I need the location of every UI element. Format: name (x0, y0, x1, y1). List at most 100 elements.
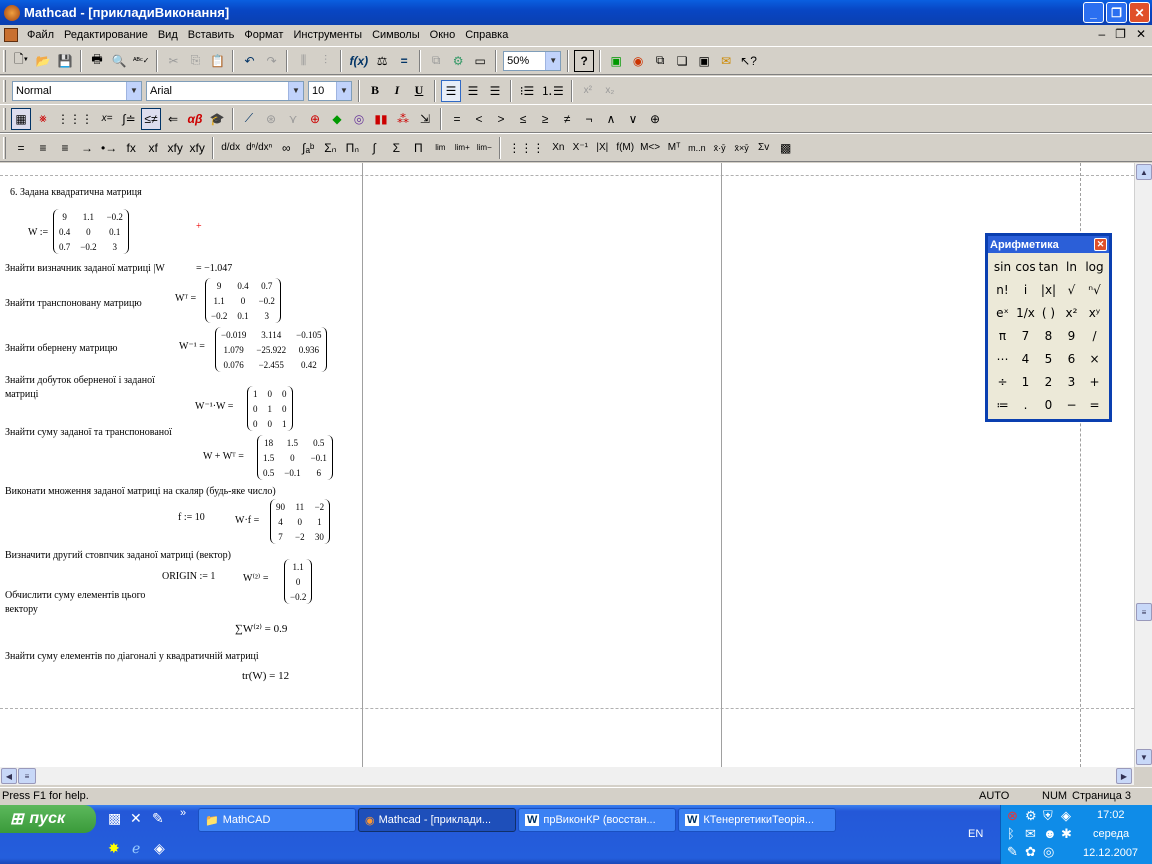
web-toolbar-icon[interactable]: ▭ (470, 50, 490, 72)
menu-format[interactable]: Формат (239, 29, 288, 41)
numbering-icon[interactable]: ⒈☰ (539, 80, 566, 102)
tray-flower-icon[interactable]: ✿ (1025, 844, 1036, 860)
quicklaunch-eye-icon[interactable]: ◈ (154, 840, 165, 857)
cross-product[interactable]: x̄×ȳ (732, 137, 752, 159)
palette-key[interactable]: 1/x (1014, 301, 1037, 324)
align-right-icon[interactable]: ☰ (485, 80, 505, 102)
video-icon[interactable]: ▣ (694, 50, 714, 72)
scroll-thumb[interactable]: ≡ (1136, 603, 1152, 621)
subscript-button[interactable]: x₂ (600, 80, 620, 102)
bool-xor[interactable]: ⊕ (645, 108, 665, 130)
insert-matrix-icon[interactable]: ⋮⋮⋮ (506, 137, 546, 159)
bold-button[interactable]: B (365, 80, 385, 102)
insert-component-icon[interactable]: ⧉ (426, 50, 446, 72)
clock-time[interactable]: 17:02 (1097, 809, 1125, 821)
range-summation-icon[interactable]: Σ (386, 137, 406, 159)
eval-prefix[interactable]: fx (121, 137, 141, 159)
menu-window[interactable]: Окно (425, 29, 461, 41)
scroll-right-icon[interactable]: ▶ (1116, 768, 1132, 784)
align-center-icon[interactable]: ☰ (463, 80, 483, 102)
print-icon[interactable]: 🖶 (87, 50, 107, 72)
align-across-icon[interactable]: ⫼ (293, 50, 313, 72)
palette-key[interactable]: ln (1060, 255, 1083, 278)
palette-key[interactable]: log (1083, 255, 1106, 278)
print-preview-icon[interactable]: 🔍 (109, 50, 129, 72)
minimize-button[interactable]: _ (1083, 2, 1104, 23)
matrix-column[interactable]: M<> (638, 137, 662, 159)
menu-view[interactable]: Вид (153, 29, 183, 41)
infinity-icon[interactable]: ∞ (276, 137, 296, 159)
close-icon[interactable]: ✕ (1094, 238, 1107, 251)
eval-symbolic[interactable]: → (77, 137, 97, 159)
menu-edit[interactable]: Редактирование (59, 29, 153, 41)
underline-button[interactable]: U (409, 80, 429, 102)
dot-product[interactable]: x̄·ȳ (710, 137, 730, 159)
task-mathcad-folder[interactable]: 📁 MathCAD (198, 808, 356, 832)
bool-less[interactable]: < (469, 108, 489, 130)
palette-key[interactable]: 3 (1060, 370, 1083, 393)
palette-key[interactable]: × (1083, 347, 1106, 370)
definite-integral-icon[interactable]: ∫ₐᵇ (298, 137, 318, 159)
scroll-left-icon[interactable]: ◀ (1, 768, 17, 784)
palette-key[interactable]: cos (1014, 255, 1037, 278)
cut-icon[interactable]: ✂ (163, 50, 183, 72)
tray-bluetooth-icon[interactable]: ᛒ (1007, 826, 1015, 841)
matrix-determinant[interactable]: |X| (592, 137, 612, 159)
tray-bug-icon[interactable]: ✱ (1061, 826, 1072, 842)
calculus-palette-icon[interactable]: ∫≐ (119, 108, 139, 130)
superscript-button[interactable]: x² (578, 80, 598, 102)
new-icon[interactable]: 🗋▾ (11, 50, 31, 72)
indefinite-integral-icon[interactable]: ∫ (364, 137, 384, 159)
font-size-select[interactable]: 10 ▼ (308, 80, 352, 101)
palette-key[interactable]: / (1083, 324, 1106, 347)
task-word-doc-2[interactable]: W КТенергетикиТеорія... (678, 808, 836, 832)
palette-key[interactable]: π (991, 324, 1014, 347)
bullets-icon[interactable]: ⁝☰ (517, 80, 537, 102)
document-icon[interactable] (4, 28, 18, 42)
matrix-inverse[interactable]: X⁻¹ (570, 137, 590, 159)
bool-greater[interactable]: > (491, 108, 511, 130)
horizontal-scrollbar[interactable]: ◀ ≡ ▶ (0, 767, 1134, 785)
close-button[interactable]: ✕ (1129, 2, 1150, 23)
quicklaunch-app-icon[interactable]: ▩ (108, 810, 121, 827)
limit-left-icon[interactable]: lim− (474, 137, 494, 159)
bool-less-equal[interactable]: ≤ (513, 108, 533, 130)
doc-restore-button[interactable]: ❐ (1115, 27, 1126, 41)
context-help-icon[interactable]: ↖? (738, 50, 759, 72)
task-mathcad-window[interactable]: ◉ Mathcad - [приклади... (358, 808, 516, 832)
quicklaunch-more-icon[interactable]: » (180, 807, 186, 819)
bool-equal[interactable]: = (447, 108, 467, 130)
copy-icon[interactable]: ⎘ (185, 50, 205, 72)
font-select[interactable]: Arial ▼ (146, 80, 304, 101)
restore-button[interactable]: ❐ (1106, 2, 1127, 23)
palette-key[interactable]: n! (991, 278, 1014, 301)
menu-symbolics[interactable]: Символы (367, 29, 425, 41)
eval-treefix[interactable]: xfy (187, 137, 207, 159)
bool-not[interactable]: ¬ (579, 108, 599, 130)
task-word-doc-1[interactable]: WпрВиконКР (восстан... (518, 808, 676, 832)
align-left-icon[interactable]: ☰ (441, 79, 461, 102)
palette-key[interactable]: 4 (1014, 347, 1037, 370)
palette-key[interactable]: ÷ (991, 370, 1014, 393)
save-icon[interactable]: 💾 (55, 50, 75, 72)
polar-plot-icon[interactable]: ⊛ (261, 108, 281, 130)
programming-palette-icon[interactable]: ⇐ (163, 108, 183, 130)
eval-global-define[interactable]: ≡ (55, 137, 75, 159)
insert-unit-icon[interactable]: ⚖ (372, 50, 392, 72)
vector-sum[interactable]: Σv (754, 137, 774, 159)
symbolic-palette-icon[interactable]: 🎓 (207, 108, 227, 130)
redo-icon[interactable]: ↷ (261, 50, 281, 72)
contour-plot-icon[interactable]: ◎ (349, 108, 369, 130)
calculator-palette-icon[interactable]: ▦ (11, 107, 31, 130)
resource-icon[interactable]: ⚙ (448, 50, 468, 72)
range-product-icon[interactable]: Π (408, 137, 428, 159)
paste-icon[interactable]: 📋 (207, 50, 227, 72)
eval-define[interactable]: ≡ (33, 137, 53, 159)
bool-and[interactable]: ∧ (601, 108, 621, 130)
limit-icon[interactable]: lim (430, 137, 450, 159)
palette-key[interactable]: i (1014, 278, 1037, 301)
scatter-plot-icon[interactable]: ⁂ (393, 108, 413, 130)
palette-key[interactable]: ≔ (991, 393, 1014, 416)
product-icon[interactable]: Πₙ (342, 137, 362, 159)
quicklaunch-star-icon[interactable]: ✸ (108, 840, 120, 857)
